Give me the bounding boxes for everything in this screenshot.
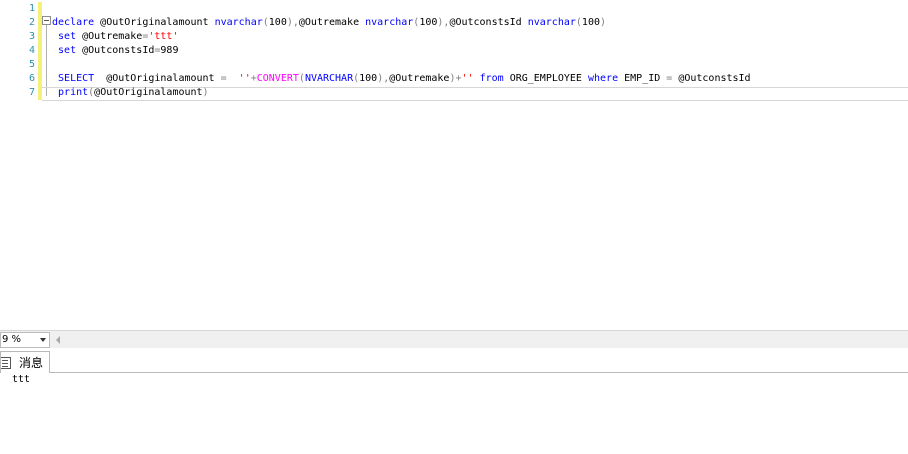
code-line[interactable]: print(@OutOriginalamount) xyxy=(52,86,209,100)
messages-icon xyxy=(1,357,11,369)
code-token: 100 xyxy=(581,17,600,28)
code-line[interactable]: SELECT @OutOriginalamount = ''+CONVERT(N… xyxy=(52,72,751,86)
code-token: where xyxy=(587,73,619,84)
code-token: ORG_EMPLOYEE xyxy=(503,73,588,84)
code-token: @OutOriginalamount xyxy=(94,17,215,28)
code-token: from xyxy=(479,73,504,84)
code-token: @Outremake xyxy=(298,17,366,28)
chevron-down-icon[interactable] xyxy=(40,338,46,342)
line-number-gutter: 1 2 3 4 5 6 7 xyxy=(0,0,38,330)
editor-bottom-bar: 9 % xyxy=(0,330,908,348)
tab-messages[interactable]: 消息 xyxy=(0,351,50,374)
code-token: print xyxy=(58,87,89,98)
code-token: ), xyxy=(437,17,450,28)
output-line: ttt xyxy=(12,374,31,385)
code-token: 'ttt' xyxy=(148,31,179,42)
line-number: 5 xyxy=(28,59,35,70)
code-line[interactable]: set @OutconstsId=989 xyxy=(52,44,178,58)
outline-fold-guide xyxy=(46,24,47,96)
code-token: @OutOriginalamount xyxy=(94,73,221,84)
code-token: ) xyxy=(202,87,209,98)
code-token: @Outremake xyxy=(389,73,450,84)
code-token: declare xyxy=(52,17,95,28)
code-line[interactable]: set @Outremake='ttt' xyxy=(52,30,178,44)
code-token: @OutconstsId xyxy=(76,45,155,56)
code-token: '' xyxy=(238,73,251,84)
scroll-left-arrow-icon[interactable] xyxy=(56,336,60,344)
code-token: set xyxy=(58,31,77,42)
code-token: @OutconstsId xyxy=(449,17,528,28)
code-token: ), xyxy=(377,73,390,84)
code-token: )+ xyxy=(449,73,462,84)
code-token: @Outremake xyxy=(76,31,143,42)
line-number: 1 xyxy=(28,3,35,14)
code-token: EMP_ID xyxy=(618,73,667,84)
code-line[interactable]: declare @OutOriginalamount nvarchar(100)… xyxy=(52,16,606,30)
code-token: CONVERT xyxy=(256,73,299,84)
sql-editor[interactable]: 1 2 3 4 5 6 7 declare @OutOriginalamount… xyxy=(0,0,908,330)
zoom-dropdown[interactable]: 9 % xyxy=(0,332,50,348)
line-number: 3 xyxy=(28,31,35,42)
code-token: NVARCHAR xyxy=(304,73,354,84)
code-token: 100 xyxy=(419,17,438,28)
line-number: 2 xyxy=(28,17,35,28)
code-token: nvarchar xyxy=(214,17,263,28)
collapse-region-icon[interactable] xyxy=(42,16,51,25)
code-token: @OutconstsId xyxy=(672,73,751,84)
code-token: nvarchar xyxy=(527,17,576,28)
code-token: nvarchar xyxy=(365,17,414,28)
code-token: 100 xyxy=(359,73,378,84)
line-number: 6 xyxy=(28,73,35,84)
results-tab-bar: 消息 xyxy=(0,349,908,374)
code-token: @OutOriginalamount xyxy=(94,87,203,98)
zoom-value: 9 % xyxy=(2,334,22,345)
code-token: SELECT xyxy=(58,73,95,84)
code-token: 989 xyxy=(160,45,179,56)
code-token: set xyxy=(58,45,77,56)
messages-output[interactable]: ttt xyxy=(0,373,908,454)
line-number: 7 xyxy=(28,87,35,98)
tab-messages-label: 消息 xyxy=(19,356,44,370)
code-token: ) xyxy=(599,17,607,28)
code-token: 100 xyxy=(268,17,287,28)
code-token: ), xyxy=(286,17,299,28)
code-token: '' xyxy=(461,73,474,84)
line-number: 4 xyxy=(28,45,35,56)
